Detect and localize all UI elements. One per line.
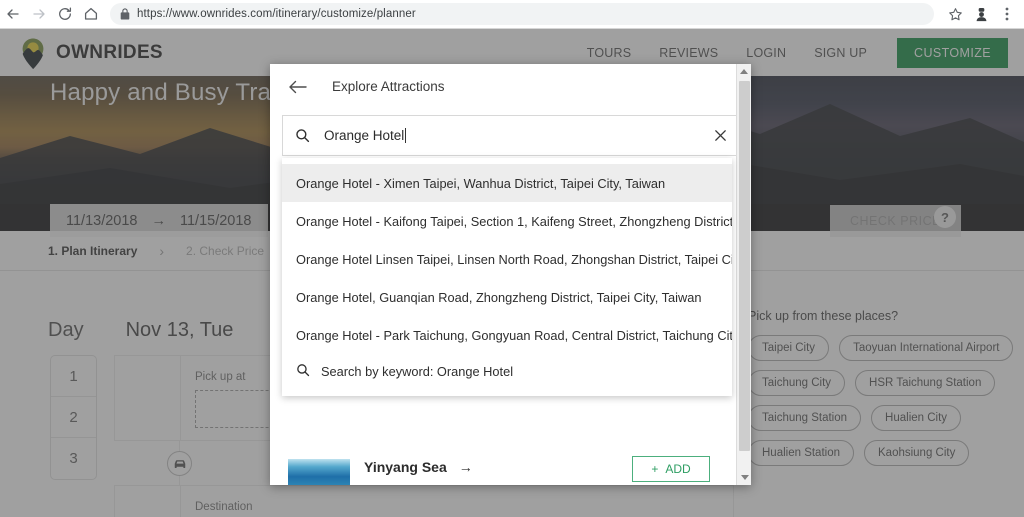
scrollbar-thumb[interactable] bbox=[739, 81, 750, 451]
attraction-info: Yinyang Sea → Recommend Time 15 minutes bbox=[364, 459, 473, 485]
attraction-arrow-icon: → bbox=[458, 459, 473, 475]
modal-header: Explore Attractions bbox=[270, 64, 751, 109]
screen: https://www.ownrides.com/itinerary/custo… bbox=[0, 0, 1024, 517]
home-icon[interactable] bbox=[78, 1, 104, 27]
search-input[interactable]: Orange Hotel bbox=[282, 115, 739, 156]
add-button-label: ADD bbox=[665, 462, 691, 476]
search-text: Orange Hotel bbox=[324, 128, 405, 143]
clear-x-icon[interactable] bbox=[713, 128, 728, 143]
search-by-keyword-label: Search by keyword: Orange Hotel bbox=[321, 363, 514, 379]
search-icon bbox=[295, 128, 310, 143]
search-by-keyword-row[interactable]: Search by keyword: Orange Hotel bbox=[282, 354, 732, 388]
star-icon[interactable] bbox=[942, 1, 968, 27]
search-input-value: Orange Hotel bbox=[324, 128, 713, 143]
scroll-up-arrow-icon[interactable] bbox=[737, 64, 751, 79]
search-row: Orange Hotel bbox=[270, 109, 751, 183]
back-arrow-icon[interactable] bbox=[288, 76, 310, 98]
suggestion-item[interactable]: Orange Hotel Linsen Taipei, Linsen North… bbox=[282, 240, 732, 278]
suggestion-item[interactable]: Orange Hotel - Park Taichung, Gongyuan R… bbox=[282, 316, 732, 354]
attraction-name-row: Yinyang Sea → bbox=[364, 459, 473, 475]
search-icon bbox=[296, 363, 310, 380]
suggestion-item[interactable]: Orange Hotel, Guanqian Road, Zhongzheng … bbox=[282, 278, 732, 316]
search-suggestions-dropdown: Orange Hotel - Ximen Taipei, Wanhua Dist… bbox=[282, 158, 732, 396]
url-text: https://www.ownrides.com/itinerary/custo… bbox=[137, 8, 416, 20]
scroll-down-arrow-icon[interactable] bbox=[737, 470, 751, 485]
suggestion-item[interactable]: Orange Hotel - Kaifong Taipei, Section 1… bbox=[282, 202, 732, 240]
back-arrow-icon[interactable] bbox=[0, 1, 26, 27]
suggestion-item[interactable]: Orange Hotel - Ximen Taipei, Wanhua Dist… bbox=[282, 164, 732, 202]
modal-scrollbar[interactable] bbox=[736, 64, 751, 485]
toolbar-right bbox=[942, 1, 1024, 27]
profile-avatar-icon[interactable] bbox=[968, 1, 994, 27]
coastal-sea-photo bbox=[288, 459, 350, 485]
plus-icon: + bbox=[651, 462, 659, 476]
attraction-name: Yinyang Sea bbox=[364, 459, 447, 475]
forward-arrow-icon[interactable] bbox=[26, 1, 52, 27]
modal-title: Explore Attractions bbox=[332, 79, 445, 94]
address-bar[interactable]: https://www.ownrides.com/itinerary/custo… bbox=[110, 3, 934, 25]
three-dot-menu-icon[interactable] bbox=[994, 1, 1020, 27]
text-caret bbox=[405, 128, 407, 143]
add-attraction-button[interactable]: + ADD bbox=[632, 456, 710, 482]
reload-icon[interactable] bbox=[52, 1, 78, 27]
browser-toolbar: https://www.ownrides.com/itinerary/custo… bbox=[0, 0, 1024, 29]
lock-icon bbox=[120, 8, 130, 20]
